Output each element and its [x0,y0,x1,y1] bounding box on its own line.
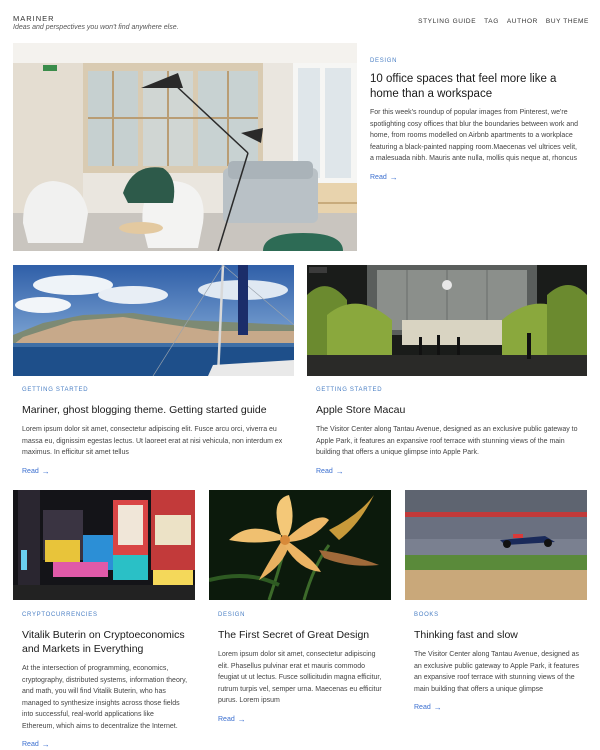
race-car-photo [405,490,587,600]
city-photo [13,490,195,600]
nav-author[interactable]: AUTHOR [507,18,538,25]
arrow-right-icon: → [335,466,344,476]
post-excerpt: The Visitor Center along Tantau Avenue, … [316,426,578,456]
arrow-right-icon: → [237,714,246,724]
apple-store-photo [307,265,587,376]
read-more-link[interactable]: Read → [370,173,398,182]
nav-tag[interactable]: TAG [484,18,499,25]
post-category[interactable]: GETTING STARTED [316,386,584,394]
post-title[interactable]: Mariner, ghost blogging theme. Getting s… [22,403,290,417]
post-image-harbour[interactable] [13,265,294,376]
post-category[interactable]: DESIGN [370,57,582,65]
brand[interactable]: MARINER Ideas and perspectives you won't… [13,14,179,32]
site-header: MARINER Ideas and perspectives you won't… [13,14,589,34]
post-excerpt: At the intersection of programming, econ… [22,665,188,730]
read-label: Read [414,704,431,711]
post-title[interactable]: Thinking fast and slow [414,628,586,642]
read-more-link[interactable]: Read → [316,467,344,476]
main-nav: STYLING GUIDE TAG AUTHOR BUY THEME [418,18,589,25]
post-title[interactable]: Vitalik Buterin on Cryptoeconomics and M… [22,628,188,656]
nav-buy-theme[interactable]: BUY THEME [546,18,589,25]
nav-styling-guide[interactable]: STYLING GUIDE [418,18,476,25]
post-card-harbour: GETTING STARTED Mariner, ghost blogging … [22,386,290,478]
harbour-photo [13,265,294,376]
post-category[interactable]: BOOKS [414,611,586,619]
arrow-right-icon: → [433,703,442,712]
read-more-link[interactable]: Read → [218,715,246,724]
read-more-link[interactable]: Read → [22,740,50,749]
post-category[interactable]: DESIGN [218,611,384,619]
lily-photo [209,490,391,600]
post-title[interactable]: 10 office spaces that feel more like a h… [370,72,582,102]
post-image-race-car[interactable] [405,490,587,600]
post-excerpt: Lorem ipsum dolor sit amet, consectetur … [22,426,283,456]
post-card-apple-store: GETTING STARTED Apple Store Macau The Vi… [316,386,584,478]
post-title[interactable]: The First Secret of Great Design [218,628,384,642]
post-category[interactable]: CRYPTOCURRENCIES [22,611,188,619]
arrow-right-icon: → [41,466,50,476]
read-label: Read [370,173,387,181]
office-photo [13,43,357,251]
read-more-link[interactable]: Read → [414,703,442,712]
post-image-apple-store[interactable] [307,265,587,376]
post-category[interactable]: GETTING STARTED [22,386,290,394]
post-image-lily[interactable] [209,490,391,600]
site-tagline: Ideas and perspectives you won't find an… [13,24,179,31]
post-excerpt: Lorem ipsum dolor sit amet, consectetur … [218,651,382,704]
post-excerpt: The Visitor Center along Tantau Avenue, … [414,651,580,693]
read-label: Read [316,467,333,475]
read-more-link[interactable]: Read → [22,467,50,476]
post-image-office[interactable] [13,43,357,251]
post-title[interactable]: Apple Store Macau [316,403,584,417]
read-label: Read [22,467,39,475]
post-card-lily: DESIGN The First Secret of Great Design … [218,611,384,726]
post-card-race: BOOKS Thinking fast and slow The Visitor… [414,611,586,714]
post-excerpt: For this week's roundup of popular image… [370,109,579,162]
arrow-right-icon: → [41,740,50,749]
post-image-city[interactable] [13,490,195,600]
arrow-right-icon: → [389,172,398,182]
read-label: Read [22,741,39,748]
post-card-office: DESIGN 10 office spaces that feel more l… [370,57,582,184]
site-title[interactable]: MARINER [13,14,179,23]
post-card-crypto: CRYPTOCURRENCIES Vitalik Buterin on Cryp… [22,611,188,750]
read-label: Read [218,715,235,723]
